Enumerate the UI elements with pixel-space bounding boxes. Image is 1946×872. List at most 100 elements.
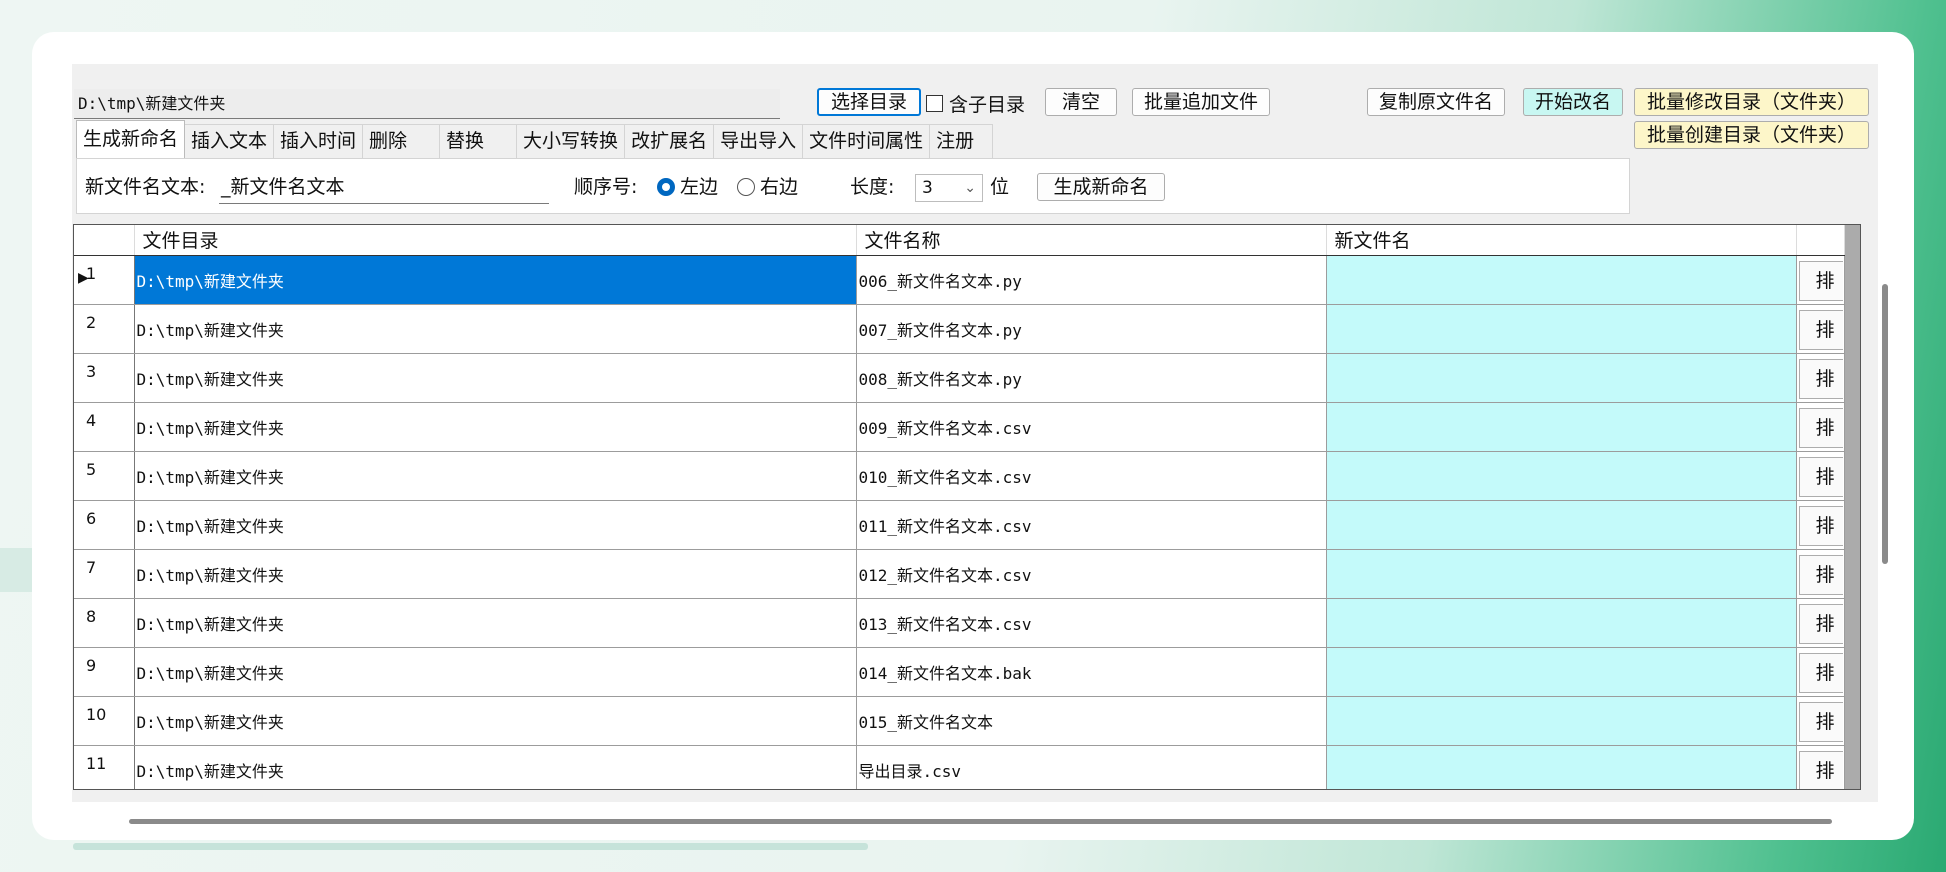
table-row[interactable]: 6 D:\tmp\新建文件夹 011_新文件名文本.csv 排 (74, 500, 1845, 550)
row-number[interactable]: 10 (74, 696, 135, 746)
table-row[interactable]: 5 D:\tmp\新建文件夹 010_新文件名文本.csv 排 (74, 451, 1845, 501)
cell-new-filename[interactable] (1326, 451, 1797, 501)
radio-right-dot[interactable] (737, 178, 755, 196)
cell-new-filename[interactable] (1326, 696, 1797, 746)
cell-directory[interactable]: D:\tmp\新建文件夹 (134, 402, 857, 452)
cell-filename[interactable]: 012_新文件名文本.csv (856, 549, 1327, 599)
tab-case-convert[interactable]: 大小写转换 (516, 124, 626, 158)
radio-right-label: 右边 (760, 176, 799, 198)
tab-register[interactable]: 注册 (929, 124, 994, 158)
cell-directory[interactable]: D:\tmp\新建文件夹 (134, 696, 857, 746)
table-row[interactable]: ▶ 1 D:\tmp\新建文件夹 006_新文件名文本.py 排 (74, 255, 1845, 305)
cell-filename[interactable]: 导出目录.csv (856, 745, 1327, 789)
radio-left[interactable]: 左边 (657, 172, 718, 202)
column-header-filename[interactable]: 文件名称 (856, 225, 1327, 256)
radio-right[interactable]: 右边 (737, 172, 798, 202)
cell-new-filename[interactable] (1326, 745, 1797, 789)
cell-new-filename[interactable] (1326, 500, 1797, 550)
file-grid[interactable]: 文件目录 文件名称 新文件名 ▶ 1 D:\tmp\新建文件夹 006_新文件名文本.… (73, 224, 1861, 790)
table-row[interactable]: 3 D:\tmp\新建文件夹 008_新文件名文本.py 排 (74, 353, 1845, 403)
table-row[interactable]: 4 D:\tmp\新建文件夹 009_新文件名文本.csv 排 (74, 402, 1845, 452)
length-select[interactable]: 3 ⌄ (915, 174, 983, 202)
row-action-button[interactable]: 排 (1798, 408, 1843, 448)
include-subdir-checkbox[interactable]: 含子目录 (926, 88, 1025, 118)
cell-new-filename[interactable] (1326, 647, 1797, 697)
row-number[interactable]: 9 (74, 647, 135, 697)
row-action-button[interactable]: 排 (1798, 261, 1843, 301)
row-action-button[interactable]: 排 (1798, 604, 1843, 644)
row-number[interactable]: 4 (74, 402, 135, 452)
cell-new-filename[interactable] (1326, 549, 1797, 599)
batch-add-files-button[interactable]: 批量追加文件 (1132, 88, 1270, 116)
row-number[interactable]: 7 (74, 549, 135, 599)
tab-replace[interactable]: 替换 (439, 124, 518, 158)
cell-new-filename[interactable] (1326, 402, 1797, 452)
tab-generate-name[interactable]: 生成新命名 (76, 120, 186, 158)
row-action-button[interactable]: 排 (1798, 457, 1843, 497)
cell-filename[interactable]: 007_新文件名文本.py (856, 304, 1327, 354)
cell-new-filename[interactable] (1326, 304, 1797, 354)
generate-name-button[interactable]: 生成新命名 (1037, 173, 1165, 201)
tab-insert-time[interactable]: 插入时间 (273, 124, 364, 158)
table-row[interactable]: 2 D:\tmp\新建文件夹 007_新文件名文本.py 排 (74, 304, 1845, 354)
cell-new-filename[interactable] (1326, 353, 1797, 403)
row-action-button[interactable]: 排 (1798, 506, 1843, 546)
cell-directory[interactable]: D:\tmp\新建文件夹 (134, 353, 857, 403)
cell-directory[interactable]: D:\tmp\新建文件夹 (134, 745, 857, 789)
row-number[interactable]: 6 (74, 500, 135, 550)
row-action-button[interactable]: 排 (1798, 310, 1843, 350)
row-number[interactable]: 8 (74, 598, 135, 648)
tab-export-import[interactable]: 导出导入 (713, 124, 804, 158)
cell-filename[interactable]: 015_新文件名文本 (856, 696, 1327, 746)
cell-directory[interactable]: D:\tmp\新建文件夹 (134, 549, 857, 599)
new-name-input[interactable]: _新文件名文本 (219, 172, 549, 204)
table-row[interactable]: 9 D:\tmp\新建文件夹 014_新文件名文本.bak 排 (74, 647, 1845, 697)
table-row[interactable]: 10 D:\tmp\新建文件夹 015_新文件名文本 排 (74, 696, 1845, 746)
table-row[interactable]: 11 D:\tmp\新建文件夹 导出目录.csv 排 (74, 745, 1845, 789)
table-row[interactable]: 8 D:\tmp\新建文件夹 013_新文件名文本.csv 排 (74, 598, 1845, 648)
cell-directory[interactable]: D:\tmp\新建文件夹 (134, 647, 857, 697)
batch-create-directory-button[interactable]: 批量创建目录（文件夹） (1634, 121, 1869, 149)
cell-directory[interactable]: D:\tmp\新建文件夹 (134, 255, 857, 305)
copy-original-name-button[interactable]: 复制原文件名 (1367, 88, 1505, 116)
cell-filename[interactable]: 008_新文件名文本.py (856, 353, 1327, 403)
row-action-button[interactable]: 排 (1798, 555, 1843, 595)
table-row[interactable]: 7 D:\tmp\新建文件夹 012_新文件名文本.csv 排 (74, 549, 1845, 599)
cell-filename[interactable]: 014_新文件名文本.bak (856, 647, 1327, 697)
row-action-button[interactable]: 排 (1798, 653, 1843, 693)
cell-filename[interactable]: 013_新文件名文本.csv (856, 598, 1327, 648)
row-number[interactable]: 11 (74, 745, 135, 789)
cell-filename[interactable]: 006_新文件名文本.py (856, 255, 1327, 305)
row-number[interactable]: 3 (74, 353, 135, 403)
row-number[interactable]: 5 (74, 451, 135, 501)
clear-button[interactable]: 清空 (1045, 88, 1117, 116)
vertical-scrollbar[interactable] (1882, 284, 1888, 564)
batch-modify-directory-button[interactable]: 批量修改目录（文件夹） (1634, 88, 1869, 116)
tab-change-extension[interactable]: 改扩展名 (624, 124, 715, 158)
cell-directory[interactable]: D:\tmp\新建文件夹 (134, 304, 857, 354)
start-rename-button[interactable]: 开始改名 (1523, 88, 1623, 116)
cell-directory[interactable]: D:\tmp\新建文件夹 (134, 598, 857, 648)
row-number[interactable]: 2 (74, 304, 135, 354)
cell-directory[interactable]: D:\tmp\新建文件夹 (134, 500, 857, 550)
row-action-button[interactable]: 排 (1798, 702, 1843, 742)
cell-new-filename[interactable] (1326, 255, 1797, 305)
cell-directory[interactable]: D:\tmp\新建文件夹 (134, 451, 857, 501)
cell-new-filename[interactable] (1326, 598, 1797, 648)
column-header-new-filename[interactable]: 新文件名 (1326, 225, 1797, 256)
cell-filename[interactable]: 009_新文件名文本.csv (856, 402, 1327, 452)
row-action-button[interactable]: 排 (1798, 751, 1843, 789)
radio-left-dot[interactable] (657, 178, 675, 196)
tab-file-time[interactable]: 文件时间属性 (802, 124, 931, 158)
row-number[interactable]: ▶ 1 (74, 255, 135, 305)
select-directory-button[interactable]: 选择目录 (817, 88, 921, 116)
row-action-button[interactable]: 排 (1798, 359, 1843, 399)
tab-insert-text[interactable]: 插入文本 (184, 124, 275, 158)
cell-filename[interactable]: 011_新文件名文本.csv (856, 500, 1327, 550)
directory-path-input[interactable]: D:\tmp\新建文件夹 (74, 89, 780, 119)
checkbox-box[interactable] (926, 94, 943, 112)
cell-filename[interactable]: 010_新文件名文本.csv (856, 451, 1327, 501)
column-header-directory[interactable]: 文件目录 (134, 225, 857, 256)
horizontal-scrollbar[interactable] (129, 819, 1832, 824)
tab-delete[interactable]: 删除 (362, 124, 441, 158)
